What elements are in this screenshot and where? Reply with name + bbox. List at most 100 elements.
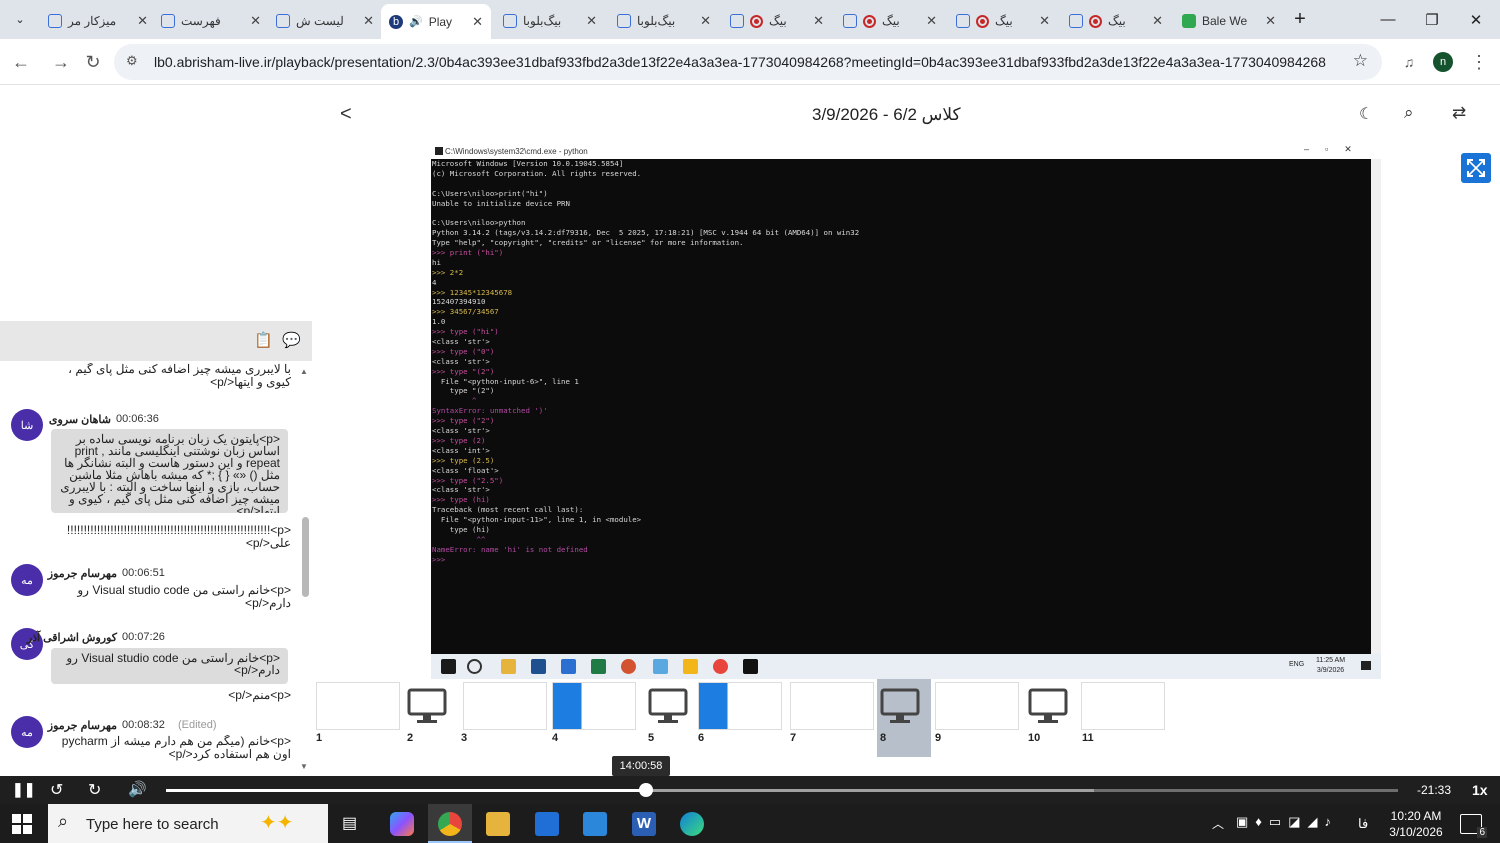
screen-share-icon [880, 688, 920, 723]
restore-button[interactable]: ❐ [1410, 0, 1454, 39]
speed-button[interactable]: 1x [1472, 782, 1488, 798]
slide-thumbnail-8[interactable] [880, 687, 920, 725]
slide-thumbnail-1[interactable] [316, 682, 400, 730]
rewind-icon[interactable]: ↺ [50, 780, 63, 800]
dark-mode-icon[interactable]: ☾ [1359, 104, 1373, 124]
tab-11[interactable]: Bale We ✕ [1174, 6, 1284, 36]
tab-label: لیست ش [296, 14, 344, 28]
tab-7[interactable]: بیگ ✕ [722, 6, 832, 36]
thumbnail-number: 11 [1082, 732, 1094, 744]
collapse-panel-button[interactable]: < [340, 103, 352, 126]
close-tab-icon[interactable]: ✕ [472, 14, 483, 30]
close-tab-icon[interactable]: ✕ [926, 13, 937, 29]
task-view-icon[interactable]: ▤ [342, 813, 357, 833]
edge-icon[interactable] [680, 812, 704, 836]
slide-thumbnail-7[interactable] [790, 682, 874, 730]
close-tab-icon[interactable]: ✕ [1265, 13, 1276, 29]
back-button[interactable]: ← [6, 47, 36, 77]
slide-thumbnail-6[interactable] [698, 682, 782, 730]
close-tab-icon[interactable]: ✕ [250, 13, 261, 29]
chat-messages: با لایبرری میشه چیز اضافه کنی مثل پای گی… [0, 361, 312, 776]
chrome-taskbar-active[interactable] [428, 804, 472, 843]
screen: ⌄ میزکار مر ✕ فهرست ✕ لیست ش ✕ b 🔊 Play ✕ بیگ‌بلوب… [0, 0, 1500, 843]
site-info-icon[interactable]: ⚙ [126, 53, 138, 69]
close-tab-icon[interactable]: ✕ [1039, 13, 1050, 29]
slide-thumbnail-3[interactable] [463, 682, 547, 730]
tab-6[interactable]: بیگ‌بلوبا ✕ [609, 6, 719, 36]
volume-icon[interactable]: 🔊 [128, 780, 147, 798]
scroll-up-icon[interactable]: ▲ [300, 367, 308, 376]
profile-avatar[interactable]: n [1433, 52, 1453, 72]
bookmark-star-icon[interactable]: ☆ [1353, 51, 1368, 71]
console-line: 4 [432, 277, 437, 287]
message-time: 00:08:32 [122, 719, 165, 731]
close-tab-icon[interactable]: ✕ [363, 13, 374, 29]
word-icon[interactable]: W [632, 812, 656, 836]
close-tab-icon[interactable]: ✕ [700, 13, 711, 29]
slide-thumbnail-9[interactable] [935, 682, 1019, 730]
tab-2[interactable]: فهرست ✕ [153, 6, 269, 36]
forward-icon[interactable]: ↻ [88, 780, 101, 800]
minimize-button[interactable]: — [1366, 0, 1410, 39]
tab-10[interactable]: بیگ ✕ [1061, 6, 1171, 36]
outlook-icon[interactable] [583, 812, 607, 836]
bale-icon [48, 14, 62, 28]
message-sender: مهرسام جرموز [47, 568, 117, 580]
tab-3[interactable]: لیست ش ✕ [268, 6, 382, 36]
slide-thumbnail-10[interactable] [1028, 687, 1068, 725]
console-line: <class 'str'> [432, 337, 490, 347]
chat-scrollbar-thumb[interactable] [302, 517, 309, 597]
terminal-icon [743, 659, 758, 674]
close-tab-icon[interactable]: ✕ [1152, 13, 1163, 29]
store-icon[interactable] [535, 812, 559, 836]
console-line: Traceback (most recent call last): [432, 505, 584, 515]
console-line: C:\Users\niloo>python [432, 218, 526, 228]
close-tab-icon[interactable]: ✕ [813, 13, 824, 29]
taskbar-search-box[interactable]: ⌕ Type here to search ✦✦ [48, 804, 328, 843]
close-window-button[interactable]: ✕ [1454, 0, 1498, 39]
slide-thumbnail-2[interactable] [407, 687, 447, 725]
taskbar-clock[interactable]: 10:20 AM 3/10/2026 [1388, 808, 1444, 840]
notifications-icon[interactable]: 6 [1460, 814, 1487, 838]
screen-share-icon [407, 688, 447, 723]
recording-icon [1089, 14, 1102, 28]
browser-menu-icon[interactable]: ⋮ [1464, 47, 1494, 77]
chrome-icon [438, 812, 462, 836]
tab-label: بیگ [882, 14, 900, 28]
tab-1[interactable]: میزکار مر ✕ [40, 6, 156, 36]
console-line: ^ [432, 396, 477, 406]
new-tab-button[interactable]: + [1286, 0, 1314, 39]
tray-chevron-icon[interactable]: ︿ [1212, 815, 1224, 832]
url-field[interactable]: ⚙ lb0.abrisham-live.ir/playback/presenta… [114, 44, 1382, 80]
seek-handle[interactable] [639, 783, 654, 797]
tab-4[interactable]: b 🔊 Play ✕ [381, 4, 491, 39]
clipboard-icon[interactable]: 📋 [254, 331, 273, 349]
slide-thumbnails: 1 2 3 4 5 6 7 8 9 10 11 [312, 679, 1500, 757]
bale-icon [843, 14, 857, 28]
chat-bubbles-icon[interactable]: 💬 [282, 331, 301, 349]
tab-search-chevron-icon[interactable]: ⌄ [0, 0, 40, 39]
slide-thumbnail-11[interactable] [1081, 682, 1165, 730]
swap-layout-icon[interactable]: ⇄ [1452, 103, 1466, 123]
fullscreen-button[interactable] [1461, 153, 1491, 183]
tab-9[interactable]: بیگ ✕ [948, 6, 1058, 36]
slide-thumbnail-4[interactable] [552, 682, 636, 730]
slide-thumbnail-5[interactable] [648, 687, 688, 725]
media-controls-icon[interactable]: ♫ [1394, 47, 1424, 77]
reload-button[interactable]: ↻ [78, 47, 108, 77]
scroll-down-icon[interactable]: ▼ [300, 762, 308, 771]
windows-start-icon[interactable] [12, 814, 32, 834]
close-tab-icon[interactable]: ✕ [137, 13, 148, 29]
forward-button[interactable]: → [46, 47, 76, 77]
file-explorer-icon[interactable] [486, 812, 510, 836]
tab-5[interactable]: بیگ‌بلوبا ✕ [495, 6, 605, 36]
tray-icons[interactable]: ▣♦▭◪◢♪ [1236, 814, 1338, 830]
copilot-icon[interactable] [390, 812, 414, 836]
close-tab-icon[interactable]: ✕ [586, 13, 597, 29]
input-language[interactable]: فا [1358, 816, 1368, 832]
tab-8[interactable]: بیگ ✕ [835, 6, 945, 36]
search-icon[interactable]: ⌕ [1404, 103, 1414, 123]
photoshop-icon [531, 659, 546, 674]
chat-message-bubble: <p>خانم راستی من Visual studio code رو د… [51, 648, 288, 684]
pause-icon[interactable]: ❚❚ [12, 781, 35, 798]
